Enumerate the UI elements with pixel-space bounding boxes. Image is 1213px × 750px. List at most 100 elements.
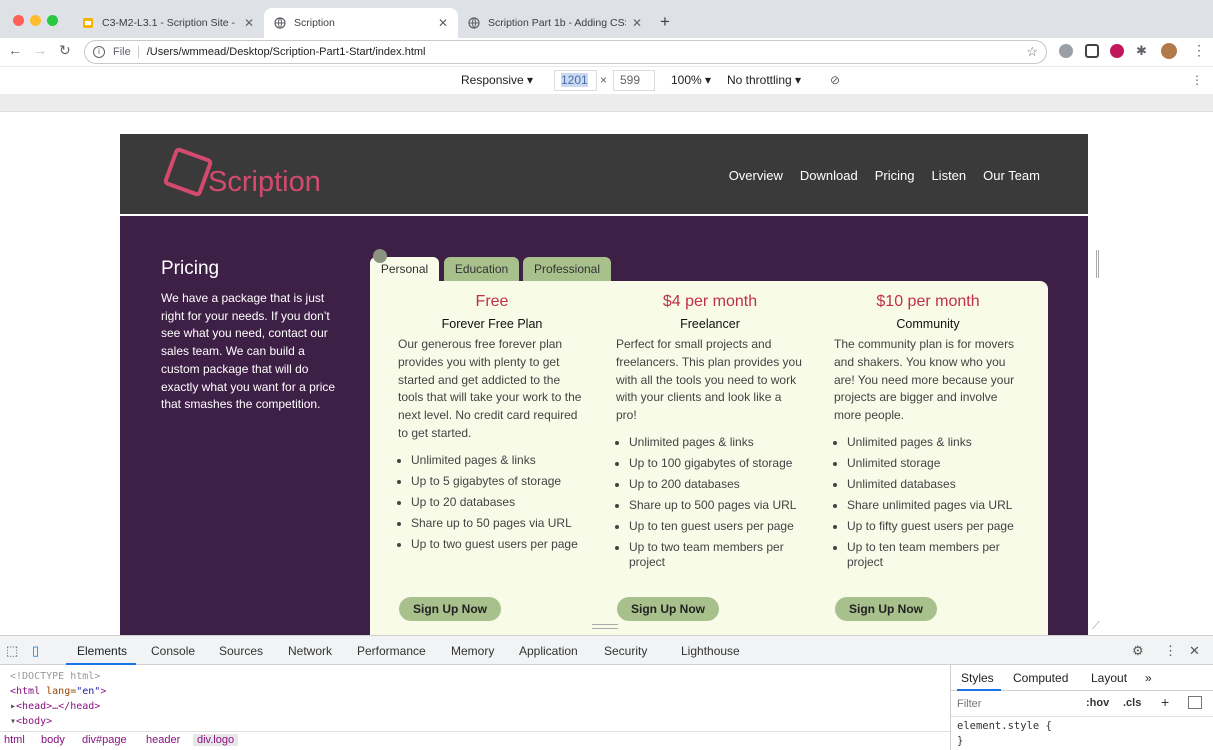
close-icon[interactable]: ✕: [438, 16, 448, 30]
throttling-label: No throttling: [727, 73, 792, 87]
globe-icon: [468, 17, 480, 29]
tab-application[interactable]: Application: [519, 644, 578, 658]
resize-handle-bottom[interactable]: [592, 624, 618, 629]
list-item: Up to fifty guest users per page: [847, 519, 1022, 534]
nav-link-download[interactable]: Download: [800, 168, 858, 183]
menu-kebab-icon[interactable]: ⋮: [1192, 42, 1206, 59]
sign-up-button[interactable]: Sign Up Now: [617, 597, 719, 621]
nav-link-overview[interactable]: Overview: [729, 168, 783, 183]
styles-tab-bar: Styles Computed Layout »: [951, 665, 1213, 691]
device-toggle-icon[interactable]: ▯: [32, 643, 39, 659]
site-logo[interactable]: Scription: [160, 146, 340, 202]
breadcrumb-item[interactable]: body: [41, 734, 65, 746]
reload-icon[interactable]: ↻: [59, 42, 71, 59]
body-node[interactable]: ▾<body>: [10, 714, 940, 729]
list-item: Share up to 500 pages via URL: [629, 498, 804, 513]
rule-selector[interactable]: element.style {: [957, 719, 1207, 734]
plan-description: Perfect for small projects and freelance…: [616, 337, 802, 423]
tab-console[interactable]: Console: [151, 644, 195, 658]
browser-tab-2[interactable]: Scription Part 1b - Adding CSS ✕: [458, 8, 652, 38]
puzzle-icon[interactable]: ✱: [1136, 44, 1150, 58]
browser-tab-bar: C3-M2-L3.1 - Scription Site - ✕ Scriptio…: [0, 0, 1213, 38]
breadcrumb-item[interactable]: div#page: [82, 734, 127, 746]
doctype-node[interactable]: <!DOCTYPE html>: [10, 669, 940, 684]
breadcrumb-item-selected[interactable]: div.logo: [193, 734, 239, 746]
breadcrumb-item[interactable]: header: [146, 734, 180, 746]
device-menu-kebab-icon[interactable]: ⋮: [1191, 73, 1203, 87]
throttling-dropdown[interactable]: No throttling ▾: [727, 73, 801, 87]
nav-link-pricing[interactable]: Pricing: [875, 168, 915, 183]
devtools-menu-kebab-icon[interactable]: ⋮: [1164, 643, 1177, 659]
tab-layout[interactable]: Layout: [1091, 671, 1127, 685]
avatar[interactable]: [1161, 43, 1177, 59]
site-header: Scription Overview Download Pricing List…: [120, 134, 1088, 216]
html-tag-open: <html: [10, 686, 41, 697]
tab-performance[interactable]: Performance: [357, 644, 426, 658]
tab-lighthouse[interactable]: Lighthouse: [681, 644, 740, 658]
tab-elements[interactable]: Elements: [77, 644, 127, 658]
cls-toggle[interactable]: .cls: [1123, 697, 1141, 709]
browser-tab-0[interactable]: C3-M2-L3.1 - Scription Site - ✕: [72, 8, 264, 38]
url-text[interactable]: /Users/wmmead/Desktop/Scription-Part1-St…: [147, 46, 426, 58]
plan-name: Community: [896, 317, 960, 331]
minimize-window-button[interactable]: [30, 15, 41, 26]
resize-corner-icon[interactable]: ⟋: [1092, 620, 1100, 633]
filter-input[interactable]: [957, 695, 1075, 712]
plan-name: Forever Free Plan: [441, 317, 543, 331]
close-icon[interactable]: ✕: [632, 16, 642, 30]
tab-styles[interactable]: Styles: [961, 671, 994, 685]
back-arrow-icon[interactable]: ←: [8, 42, 22, 58]
list-item: Unlimited storage: [847, 456, 1022, 471]
zoom-dropdown[interactable]: 100% ▾: [671, 73, 711, 87]
nav-link-our-team[interactable]: Our Team: [983, 168, 1040, 183]
extension-icon[interactable]: [1085, 44, 1099, 58]
sign-up-button[interactable]: Sign Up Now: [399, 597, 501, 621]
extension-icon[interactable]: [1110, 44, 1124, 58]
resize-handle-right[interactable]: [1096, 250, 1099, 278]
responsive-label: Responsive: [461, 73, 524, 87]
rule-close-brace: }: [957, 735, 964, 747]
close-devtools-icon[interactable]: ✕: [1189, 643, 1200, 659]
new-tab-button[interactable]: +: [660, 12, 670, 32]
address-bar[interactable]: i File /Users/wmmead/Desktop/Scription-P…: [84, 40, 1047, 64]
tab-security[interactable]: Security: [604, 644, 647, 658]
feature-list: Unlimited pages & links Up to 100 gigaby…: [616, 435, 804, 570]
bookmark-star-icon[interactable]: ☆: [1026, 44, 1038, 60]
browser-tab-1[interactable]: Scription ✕: [264, 8, 458, 38]
tab-education[interactable]: Education: [444, 257, 519, 281]
hov-toggle[interactable]: :hov: [1086, 697, 1109, 709]
head-node[interactable]: ▸<head>…</head>: [10, 699, 940, 714]
sign-up-button[interactable]: Sign Up Now: [835, 597, 937, 621]
tab-sources[interactable]: Sources: [219, 644, 263, 658]
tab-network[interactable]: Network: [288, 644, 332, 658]
responsive-dropdown[interactable]: Responsive ▾: [461, 73, 533, 87]
list-item: Up to ten guest users per page: [629, 519, 804, 534]
zoom-label: 100%: [671, 73, 702, 87]
extension-icon[interactable]: [1059, 44, 1073, 58]
new-rule-button[interactable]: +: [1161, 694, 1169, 710]
toggle-sidebar-icon[interactable]: [1188, 696, 1202, 709]
tab-title: C3-M2-L3.1 - Scription Site -: [102, 17, 236, 29]
more-tabs-chevron[interactable]: »: [1145, 671, 1152, 685]
breadcrumb-item[interactable]: html: [4, 734, 25, 746]
tab-memory[interactable]: Memory: [451, 644, 494, 658]
width-input[interactable]: 1201: [554, 70, 597, 91]
inspect-element-icon[interactable]: ⬚: [6, 643, 18, 659]
rotate-icon[interactable]: ⊘: [830, 73, 840, 87]
info-icon[interactable]: i: [93, 46, 105, 58]
list-item: Share unlimited pages via URL: [847, 498, 1022, 513]
plan-price: $4 per month: [662, 293, 758, 310]
forward-arrow-icon[interactable]: →: [33, 42, 47, 58]
list-item: Unlimited pages & links: [847, 435, 1022, 450]
settings-gear-icon[interactable]: ⚙: [1132, 643, 1144, 659]
maximize-window-button[interactable]: [47, 15, 58, 26]
height-input[interactable]: 599: [613, 70, 655, 91]
html-node[interactable]: <html lang="en">: [10, 684, 940, 699]
close-window-button[interactable]: [13, 15, 24, 26]
tab-professional[interactable]: Professional: [523, 257, 611, 281]
close-icon[interactable]: ✕: [244, 16, 254, 30]
tab-computed[interactable]: Computed: [1013, 671, 1068, 685]
list-item: Unlimited pages & links: [629, 435, 804, 450]
list-item: Up to ten team members per project: [847, 540, 1022, 570]
nav-link-listen[interactable]: Listen: [931, 168, 966, 183]
